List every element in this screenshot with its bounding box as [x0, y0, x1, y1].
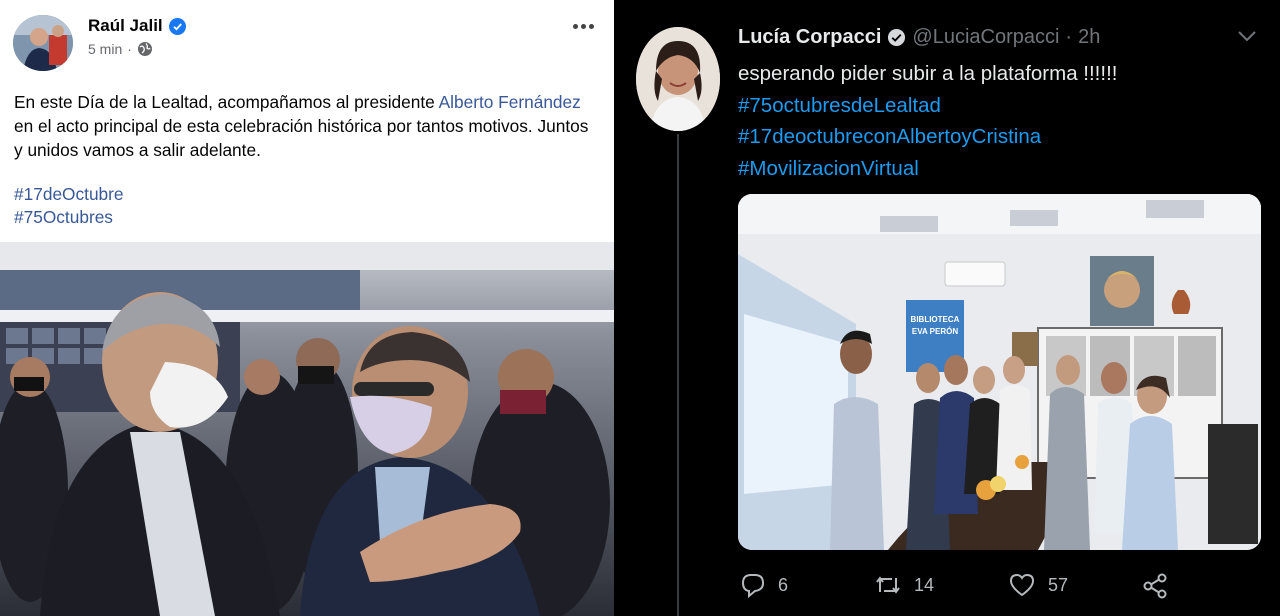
share-button[interactable]: [1142, 572, 1170, 600]
tweet-time[interactable]: 2h: [1078, 26, 1100, 49]
poster-text: EVA PERÓN: [912, 327, 958, 336]
chevron-down-icon[interactable]: [1236, 28, 1258, 44]
thread-line: [677, 134, 679, 616]
dot-icon: [580, 23, 586, 29]
reply-button[interactable]: 6: [740, 572, 788, 598]
dot-icon: [572, 23, 578, 29]
heart-icon: [1009, 573, 1035, 597]
globe-icon: [137, 42, 152, 56]
author-avatar[interactable]: [13, 15, 73, 71]
retweet-button[interactable]: 14: [874, 572, 934, 598]
reply-count: 6: [778, 574, 789, 595]
hashtag-link[interactable]: #17deOctubre: [14, 183, 124, 206]
post-text: En este Día de la Lealtad, acompañamos a…: [14, 90, 594, 162]
poster-text: BIBLIOTECA: [911, 315, 960, 324]
retweet-count: 14: [914, 574, 935, 595]
like-count: 57: [1048, 574, 1069, 595]
header-separator: ·: [1065, 26, 1073, 48]
verified-badge-icon: [168, 17, 186, 35]
tweet-author-avatar[interactable]: [636, 27, 720, 131]
post-time[interactable]: 5 min: [88, 41, 122, 57]
tweet-author-name[interactable]: Lucía Corpacci: [738, 26, 881, 49]
post-text-after: en el acto principal de esta celebración…: [14, 116, 589, 160]
facebook-post: Raúl Jalil 5 min · En este Día de la Lea…: [0, 0, 614, 616]
like-button[interactable]: 57: [1008, 572, 1068, 598]
hashtag-list: #17deOctubre #75Octubres: [14, 183, 124, 229]
more-options-button[interactable]: [568, 16, 598, 36]
share-icon: [1143, 573, 1167, 599]
meta-separator: ·: [127, 41, 132, 57]
mention-link[interactable]: Alberto Fernández: [439, 92, 581, 112]
tweet-text-line: esperando pider subir a la plataforma !!…: [738, 62, 1118, 85]
hashtag-link[interactable]: #MovilizacionVirtual: [738, 153, 1117, 185]
dot-icon: [588, 23, 594, 29]
post-photo[interactable]: [0, 242, 614, 616]
hashtag-link[interactable]: #17deoctubreconAlbertoyCristina: [738, 121, 1117, 153]
retweet-icon: [876, 576, 900, 594]
author-name[interactable]: Raúl Jalil: [88, 16, 163, 36]
tweet-text: esperando pider subir a la plataforma !!…: [738, 58, 1117, 184]
hashtag-link[interactable]: #75Octubres: [14, 206, 124, 229]
tweet-handle[interactable]: @LuciaCorpacci: [912, 26, 1059, 49]
post-text-before: En este Día de la Lealtad, acompañamos a…: [14, 92, 439, 112]
tweet: Lucía Corpacci @LuciaCorpacci · 2h esper…: [614, 0, 1280, 616]
verified-badge-icon: [888, 28, 906, 47]
reply-icon: [741, 574, 765, 598]
tweet-header: Lucía Corpacci @LuciaCorpacci · 2h: [738, 26, 1100, 49]
tweet-photo[interactable]: BIBLIOTECA EVA PERÓN: [738, 194, 1261, 550]
post-meta: 5 min ·: [88, 41, 153, 57]
hashtag-link[interactable]: #75octubresdeLealtad: [738, 90, 1117, 122]
author-name-row: Raúl Jalil: [88, 16, 186, 36]
tweet-action-bar: 6 14 57: [738, 568, 1178, 608]
